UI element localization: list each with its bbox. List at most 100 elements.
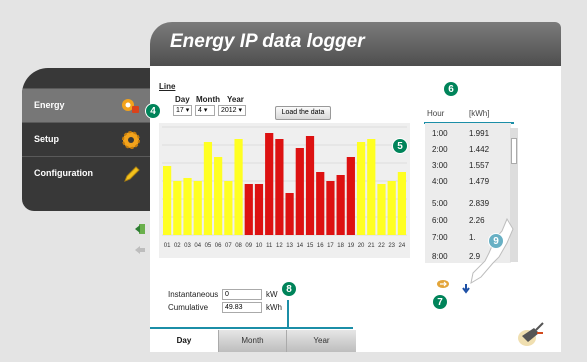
x-tick-label: 12 bbox=[276, 243, 283, 249]
pencil-icon bbox=[124, 166, 140, 182]
chart-bar bbox=[234, 139, 243, 235]
pointer-hand-icon bbox=[470, 217, 514, 285]
x-tick-label: 21 bbox=[368, 243, 375, 249]
gear-icon bbox=[122, 131, 140, 149]
energy-icon bbox=[122, 99, 139, 113]
x-tick-label: 04 bbox=[194, 243, 201, 249]
x-tick-label: 19 bbox=[348, 243, 355, 249]
kwh-header: [kWh] bbox=[469, 109, 490, 118]
x-tick-label: 03 bbox=[184, 243, 191, 249]
chart-bar bbox=[295, 148, 304, 235]
sidebar-item-energy[interactable]: Energy bbox=[22, 88, 150, 122]
chart-bar bbox=[173, 181, 182, 235]
chart-bar bbox=[203, 142, 213, 235]
period-tabs: Day Month Year bbox=[150, 330, 356, 352]
callout-badge: 6 bbox=[443, 81, 459, 97]
day-select[interactable]: 17 ▾ bbox=[173, 105, 192, 116]
chart-bar bbox=[346, 157, 355, 235]
page-title: Energy IP data logger bbox=[170, 31, 365, 52]
x-tick-label: 07 bbox=[225, 243, 232, 249]
tab-rule bbox=[150, 327, 353, 329]
x-tick-label: 05 bbox=[205, 243, 212, 249]
cumulative-unit: kWh bbox=[266, 303, 282, 312]
plug-icon bbox=[518, 322, 544, 346]
x-tick-label: 16 bbox=[317, 243, 324, 249]
chart-bar bbox=[285, 193, 294, 235]
table-row: 3:00 1.557 bbox=[432, 161, 490, 170]
sidebar-item-label: Energy bbox=[34, 100, 65, 110]
chart-bar bbox=[183, 178, 192, 235]
x-tick-label: 02 bbox=[174, 243, 181, 249]
chart-bar bbox=[275, 139, 284, 235]
table-row: 1:00 1.991 bbox=[432, 129, 490, 138]
line-link[interactable]: Line bbox=[159, 82, 175, 91]
x-tick-label: 17 bbox=[327, 243, 334, 249]
x-tick-label: 22 bbox=[378, 243, 385, 249]
callout-badge: 9 bbox=[488, 233, 504, 249]
chart-bar bbox=[163, 166, 172, 235]
bar-chart: 01 02 03 04 05 06 07 08 09 10 11 12 13 14 15 16 17 18 19 20… bbox=[162, 126, 407, 249]
x-tick-label: 23 bbox=[388, 243, 395, 249]
chart-bar bbox=[244, 184, 253, 235]
sidebar-item-label: Configuration bbox=[34, 168, 93, 178]
sidebar-item-label: Setup bbox=[34, 134, 60, 144]
instantaneous-field: 0 bbox=[222, 289, 262, 300]
x-tick-label: 15 bbox=[307, 243, 314, 249]
back-arrow-icon[interactable] bbox=[134, 245, 146, 255]
chart-bar bbox=[336, 175, 345, 235]
year-label: Year bbox=[227, 95, 244, 104]
app-header: Energy IP data logger bbox=[150, 22, 561, 66]
sidebar-item-configuration[interactable]: Configuration bbox=[22, 156, 150, 190]
callout-badge: 4 bbox=[145, 103, 161, 119]
login-arrow-icon[interactable] bbox=[134, 223, 146, 235]
sidebar: Energy Setup Configuration bbox=[22, 68, 150, 211]
chart-bar bbox=[224, 181, 233, 235]
x-tick-label: 08 bbox=[235, 243, 242, 249]
tab-day[interactable]: Day bbox=[150, 330, 218, 352]
chart-bar bbox=[387, 181, 396, 235]
tab-year[interactable]: Year bbox=[286, 330, 356, 352]
hour-header: Hour bbox=[427, 109, 445, 118]
chart-bar bbox=[193, 181, 202, 235]
cumulative-field: 49.83 bbox=[222, 302, 262, 313]
x-tick-label: 18 bbox=[337, 243, 344, 249]
callout-line bbox=[287, 300, 289, 328]
x-tick-label: 01 bbox=[164, 243, 171, 249]
table-row: 2:00 1.442 bbox=[432, 145, 490, 154]
table-row: 4:00 1.479 bbox=[432, 177, 490, 186]
app-window: Energy IP data logger Energy Setup Confi… bbox=[0, 0, 587, 362]
callout-badge: 8 bbox=[281, 281, 297, 297]
x-tick-label: 09 bbox=[245, 243, 252, 249]
sidebar-item-setup[interactable]: Setup bbox=[22, 122, 150, 156]
tab-month[interactable]: Month bbox=[218, 330, 286, 352]
chart-bar bbox=[214, 157, 223, 235]
instantaneous-unit: kW bbox=[266, 290, 278, 299]
year-select[interactable]: 2012 ▾ bbox=[218, 105, 246, 116]
x-tick-label: 13 bbox=[286, 243, 293, 249]
month-select[interactable]: 4 ▾ bbox=[195, 105, 215, 116]
x-tick-label: 06 bbox=[215, 243, 222, 249]
x-tick-label: 10 bbox=[256, 243, 263, 249]
scrollbar-thumb[interactable] bbox=[511, 138, 517, 164]
cumulative-label: Cumulative bbox=[168, 303, 209, 312]
x-tick-label: 11 bbox=[266, 243, 273, 249]
x-tick-label: 24 bbox=[399, 243, 406, 249]
x-tick-label: 20 bbox=[358, 243, 365, 249]
load-data-button[interactable]: Load the data bbox=[275, 106, 331, 120]
export-icon[interactable] bbox=[436, 279, 450, 289]
chart-bar bbox=[316, 172, 325, 235]
chart-bar bbox=[305, 136, 315, 235]
day-label: Day bbox=[175, 95, 190, 104]
callout-badge: 5 bbox=[392, 138, 408, 154]
month-label: Month bbox=[196, 95, 220, 104]
energy-chart: 01 02 03 04 05 06 07 08 09 10 11 12 13 14 15 16 17 18 19 20… bbox=[159, 123, 410, 258]
chart-bar bbox=[265, 133, 274, 235]
chart-bar bbox=[377, 184, 386, 235]
chart-bar bbox=[254, 184, 264, 235]
chart-bar bbox=[356, 142, 366, 235]
chart-bar bbox=[367, 139, 376, 235]
chart-bar bbox=[326, 181, 335, 235]
chart-bar bbox=[397, 172, 406, 235]
table-row: 5:00 2.839 bbox=[432, 199, 490, 208]
callout-badge: 7 bbox=[432, 294, 448, 310]
